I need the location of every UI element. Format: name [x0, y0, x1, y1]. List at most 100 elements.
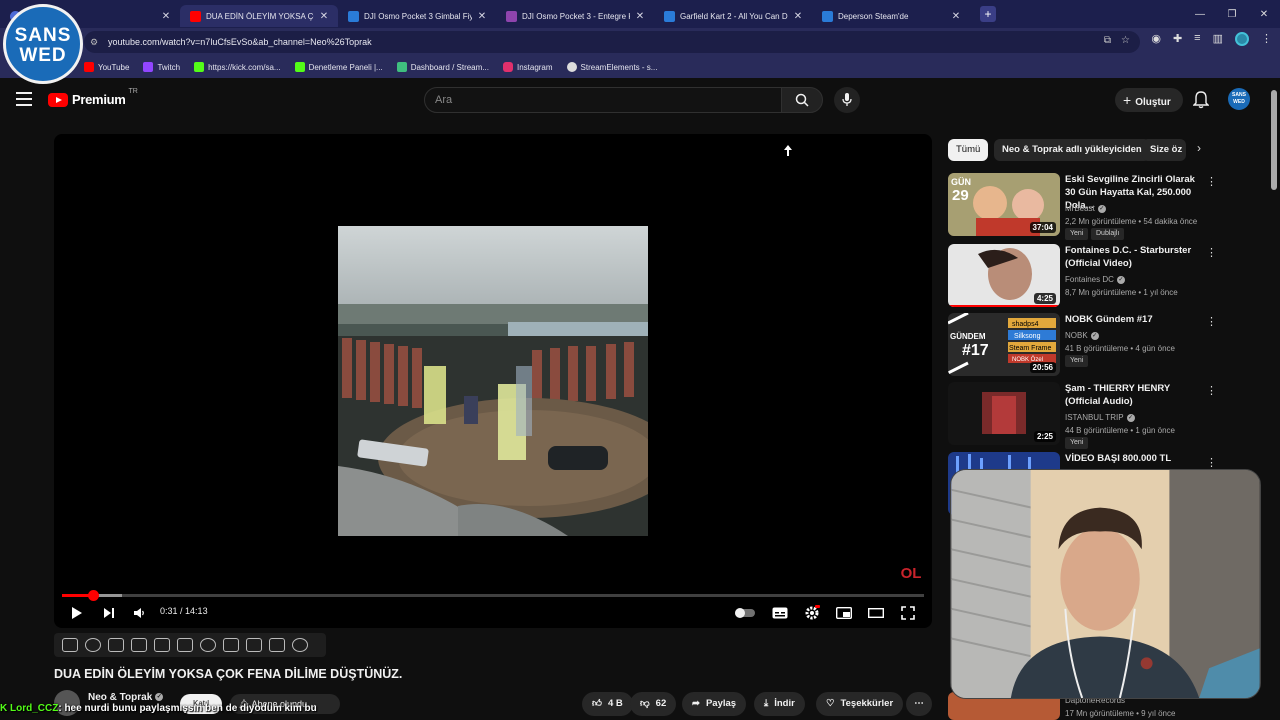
voice-search-button[interactable] — [834, 87, 860, 113]
more-options-icon[interactable]: ⋮ — [1206, 175, 1217, 188]
recommendation-item[interactable]: GÜNDEM #17 shadps4 Silksong Steam Frame … — [948, 313, 1220, 377]
sidepanel-icon[interactable]: ▥ — [1213, 32, 1223, 46]
frame-icon[interactable] — [154, 638, 170, 652]
verified-icon: ✓ — [1090, 331, 1099, 340]
bookmark-kick[interactable]: https://kick.com/sa... — [194, 62, 281, 72]
add-icon[interactable] — [223, 638, 239, 652]
extensions-puzzle-icon[interactable]: ✚ — [1173, 32, 1182, 46]
speed-icon[interactable] — [200, 638, 216, 652]
tab-title: DUA EDİN ÖLEYİM YOKSA ÇOK — [206, 11, 314, 21]
youtube-logo[interactable]: Premium TR — [48, 88, 138, 107]
cinema-icon[interactable] — [177, 638, 193, 652]
bookmark-dashboard[interactable]: Dashboard / Stream... — [396, 62, 489, 72]
scrubber-handle[interactable] — [88, 590, 100, 601]
search-button[interactable] — [781, 87, 823, 113]
chevron-right-icon[interactable]: › — [1190, 141, 1208, 159]
address-bar[interactable]: ⚙ youtube.com/watch?v=n7luCfsEvSo&ab_cha… — [84, 31, 1140, 53]
tab-title: DJI Osmo Pocket 3 Gimbal Fiyat — [364, 11, 472, 21]
search-icon — [795, 93, 809, 107]
menu-kebab-icon[interactable]: ⋮ — [1261, 32, 1272, 46]
notifications-bell-icon[interactable] — [1193, 91, 1209, 109]
more-actions-button[interactable]: ⋯ — [906, 692, 932, 716]
subtitles-button[interactable] — [770, 604, 790, 622]
bookmark-star-icon[interactable]: ☆ — [1121, 35, 1130, 46]
loop-icon[interactable] — [62, 638, 78, 652]
bookmark-streamelements[interactable]: StreamElements - s... — [566, 62, 658, 72]
rec-channel-name: NOBK — [1065, 331, 1088, 340]
camera-icon[interactable] — [246, 638, 262, 652]
rec-meta: 8,7 Mn görüntüleme • 1 yıl önce — [1065, 288, 1178, 297]
thumb-text: shadps4 — [1012, 321, 1039, 328]
close-window-icon[interactable]: ✕ — [1248, 9, 1280, 20]
play-button[interactable] — [68, 604, 86, 622]
browser-tab[interactable]: DJI Osmo Pocket 3 Gimbal Fiyat ✕ — [338, 5, 496, 27]
new-badge: Yeni — [1065, 228, 1089, 240]
more-options-icon[interactable]: ⋮ — [1206, 315, 1217, 328]
media-icon[interactable]: ≡ — [1194, 32, 1200, 46]
filter-chips: Tümü Neo & Toprak adlı yükleyiciden Size… — [948, 139, 1208, 161]
search-input[interactable]: Ara — [424, 87, 782, 113]
recommendation-item[interactable]: GÜN 29 37:04 Eski Sevgiline Zincirli Ola… — [948, 173, 1220, 240]
miniplayer-button[interactable] — [834, 604, 854, 622]
cursor-icon — [784, 145, 792, 156]
screenshot-icon[interactable] — [108, 638, 124, 652]
browser-tab[interactable]: Deperson Steam'de ✕ — [812, 5, 970, 27]
channel-name[interactable]: Neo & Toprak ✓ — [88, 692, 164, 703]
close-tab-icon[interactable]: ✕ — [792, 11, 804, 22]
settings-button[interactable] — [802, 604, 822, 622]
bookmark-twitch[interactable]: Twitch — [143, 62, 180, 72]
thanks-button[interactable]: ♡ Teşekkürler — [816, 692, 904, 716]
video-player[interactable]: OL 0:31 / 14:13 — [54, 134, 932, 628]
close-tab-icon[interactable]: ✕ — [476, 11, 488, 22]
close-tab-icon[interactable]: ✕ — [318, 11, 330, 22]
chip-from-uploader[interactable]: Neo & Toprak adlı yükleyiciden — [994, 139, 1150, 161]
bookmark-label: StreamElements - s... — [580, 62, 658, 72]
progress-bar[interactable] — [62, 590, 924, 601]
create-button[interactable]: + Oluştur — [1115, 88, 1183, 112]
channel-watermark[interactable]: OL — [896, 559, 926, 589]
theater-mode-button[interactable] — [866, 604, 886, 622]
close-tab-icon[interactable]: ✕ — [160, 11, 172, 22]
new-tab-button[interactable]: + — [980, 6, 996, 22]
share-button[interactable]: ➦ Paylaş — [682, 692, 747, 716]
dislike-button[interactable]: 👎︎ 62 — [630, 692, 677, 716]
browser-tab[interactable]: Garfield Kart 2 - All You Can D ✕ — [654, 5, 812, 27]
film-icon[interactable] — [131, 638, 147, 652]
install-app-icon[interactable]: ⧉ — [1104, 35, 1111, 46]
like-button[interactable]: 👍︎ 4 B — [582, 692, 633, 716]
more-options-icon[interactable]: ⋮ — [1206, 246, 1217, 259]
restore-icon[interactable]: ❐ — [1216, 9, 1248, 20]
recommendation-item[interactable]: 2:25 Şam - THIERRY HENRY (Official Audio… — [948, 382, 1220, 449]
bookmark-youtube[interactable]: YouTube — [84, 62, 129, 72]
microphone-icon — [842, 93, 852, 106]
browser-tab[interactable]: DJI Osmo Pocket 3 - Entegre K ✕ — [496, 5, 654, 27]
chip-for-you[interactable]: Size öz — [1142, 139, 1186, 161]
extension-icon[interactable]: ◉ — [1151, 32, 1161, 46]
page-scrollbar[interactable] — [1271, 90, 1277, 190]
browser-tab-active[interactable]: DUA EDİN ÖLEYİM YOKSA ÇOK ✕ — [180, 5, 338, 27]
youtube-header: Premium TR Ara + Oluştur SANS WED — [0, 80, 1280, 120]
more-options-icon[interactable]: ⋮ — [1206, 384, 1217, 397]
settings-gear-icon[interactable] — [292, 638, 308, 652]
bookmark-instagram[interactable]: Instagram — [502, 62, 553, 72]
chip-all[interactable]: Tümü — [948, 139, 989, 161]
profile-avatar[interactable] — [1235, 32, 1249, 46]
keyboard-icon[interactable] — [269, 638, 285, 652]
more-options-icon[interactable]: ⋮ — [1206, 456, 1217, 469]
download-button[interactable]: ⤓ İndir — [754, 692, 805, 716]
close-tab-icon[interactable]: ✕ — [634, 11, 646, 22]
close-tab-icon[interactable]: ✕ — [950, 11, 962, 22]
minimize-icon[interactable]: — — [1184, 9, 1216, 20]
broadcast-icon[interactable] — [85, 638, 101, 652]
menu-hamburger-icon[interactable] — [16, 92, 32, 106]
site-info-icon[interactable]: ⚙ — [90, 37, 102, 48]
autoplay-toggle[interactable] — [734, 604, 756, 622]
rec-meta: 41 B görüntüleme • 4 gün önce — [1065, 344, 1175, 353]
fullscreen-button[interactable] — [898, 604, 918, 622]
logo-wordmark: Premium — [72, 92, 126, 107]
next-button[interactable] — [100, 604, 118, 622]
mute-button[interactable] — [130, 604, 148, 622]
bookmark-kick-panel[interactable]: Denetleme Paneli |... — [294, 62, 383, 72]
account-avatar[interactable]: SANS WED — [1228, 88, 1250, 110]
recommendation-item[interactable]: 4:25 Fontaines D.C. - Starburster (Offic… — [948, 244, 1220, 308]
